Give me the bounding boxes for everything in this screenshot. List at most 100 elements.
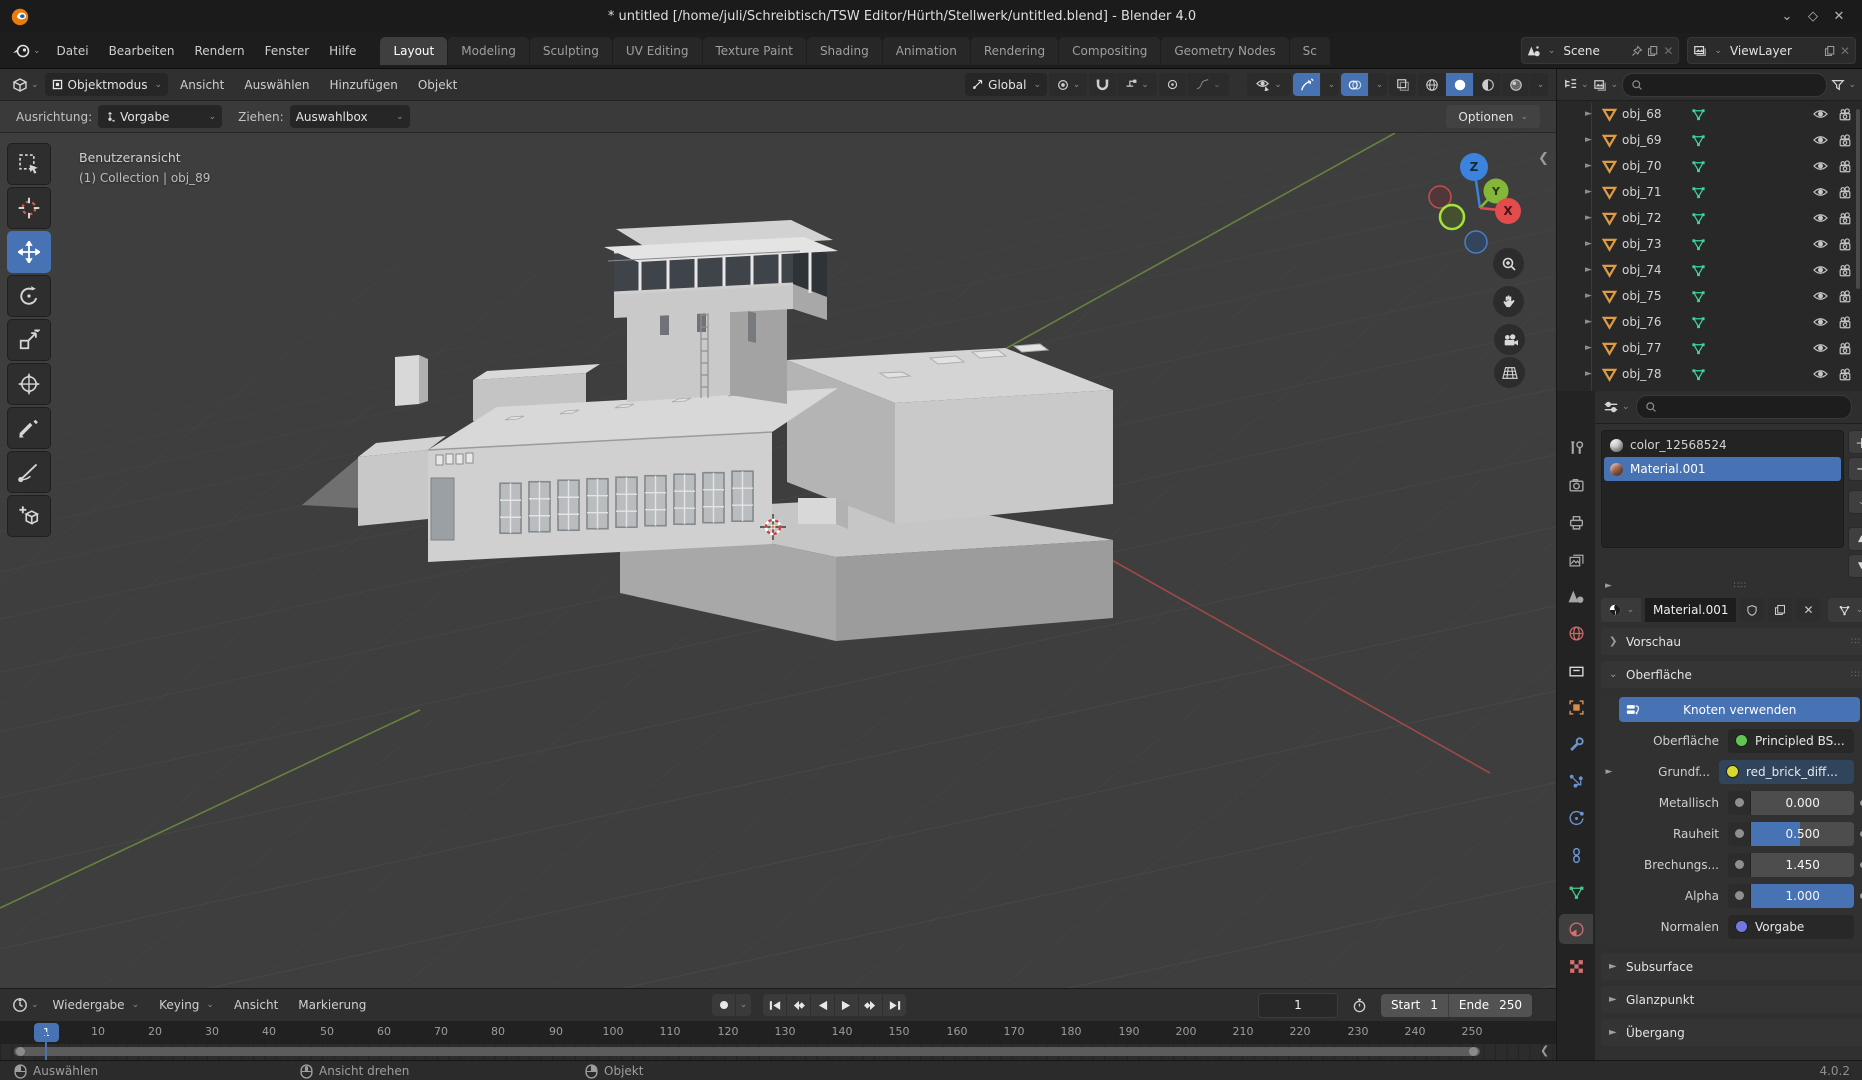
base-color-field[interactable]: red_brick_diff... [1719,760,1854,784]
expand-icon[interactable]: ► [1585,369,1597,379]
remove-slot-button[interactable]: − [1848,457,1862,481]
value-slider[interactable]: 0.000 [1751,791,1854,815]
viewport-canvas[interactable]: Benutzeransicht (1) Collection | obj_89 [0,133,1556,988]
properties-editor-icon[interactable]: ⌄ [1603,400,1630,414]
properties-tab[interactable] [1559,877,1593,907]
move-slot-up-button[interactable]: ▲ [1848,527,1862,551]
hide-eye-icon[interactable] [1813,342,1828,355]
menu-item[interactable]: Hilfe [319,33,366,69]
object-name[interactable]: obj_70 [1622,159,1686,173]
viewlayer-name[interactable]: ViewLayer [1726,44,1820,58]
end-frame-field[interactable]: Ende 250 [1448,994,1532,1017]
properties-tab[interactable] [1559,655,1593,685]
unlink-material-icon[interactable]: ✕ [1796,598,1820,622]
expand-icon[interactable]: ► [1585,213,1597,223]
animate-dot[interactable] [1854,862,1862,868]
jump-to-start-button[interactable] [763,994,786,1016]
current-frame-field[interactable]: 1 [1258,993,1338,1018]
expand-icon[interactable]: ► [1585,135,1597,145]
input-socket-icon[interactable] [1728,791,1751,815]
expand-icon[interactable]: ► [1585,239,1597,249]
shading-wireframe-button[interactable] [1418,73,1445,96]
workspace-tab[interactable]: Layout [380,37,447,65]
outliner-row[interactable]: ► obj_68 [1557,101,1862,127]
editor-type-icon[interactable]: ⌄ [8,77,43,93]
properties-tab[interactable] [1559,470,1593,500]
next-keyframe-button[interactable] [859,994,882,1016]
disable-render-icon[interactable] [1838,186,1852,199]
outliner-row[interactable]: ► obj_76 [1557,309,1862,335]
slot-specials-button[interactable]: ⌄ [1848,490,1862,514]
menu-item[interactable]: Rendern [185,33,255,69]
tool-button[interactable] [7,275,51,317]
resize-grip[interactable]: ∷∷ [1733,581,1746,591]
object-name[interactable]: obj_75 [1622,289,1686,303]
material-slot-name[interactable]: Material.001 [1630,462,1705,476]
proportional-edit-icon[interactable] [1159,73,1186,96]
hide-eye-icon[interactable] [1813,212,1828,225]
expand-icon[interactable]: ► [1585,291,1597,301]
timeline-editor-icon[interactable]: ⌄ [8,997,43,1013]
collapsed-panel-header[interactable]: ► Übergang [1601,1019,1862,1046]
object-name[interactable]: obj_71 [1622,185,1686,199]
outliner-row[interactable]: ► obj_70 [1557,153,1862,179]
properties-search-input[interactable] [1636,395,1853,419]
disable-render-icon[interactable] [1838,160,1852,173]
outliner-row[interactable]: ► obj_74 [1557,257,1862,283]
scrollbar-left-knob[interactable] [16,1047,25,1056]
menu-item[interactable]: Datei [47,33,99,69]
object-name[interactable]: obj_72 [1622,211,1686,225]
slot-expand-icon[interactable]: ► [1605,581,1612,591]
menu-item[interactable]: Bearbeiten [99,33,185,69]
properties-tab[interactable] [1559,729,1593,759]
blender-menu-icon[interactable]: ⌄ [6,44,47,58]
add-slot-button[interactable]: ＋ [1848,430,1862,454]
material-name-field[interactable]: Material.001 [1645,598,1736,622]
zoom-view-button[interactable] [1493,248,1524,279]
shading-dropdown[interactable]: ⌄ [1530,73,1548,96]
properties-tab[interactable] [1559,433,1593,463]
browse-material-button[interactable]: ⌄ [1601,598,1641,622]
copy-material-icon[interactable] [1768,598,1792,622]
gizmos-toggle[interactable] [1293,73,1320,96]
value-slider[interactable]: 1.450 [1751,853,1854,877]
menu-item[interactable]: Fenster [255,33,320,69]
tool-button[interactable] [7,407,51,449]
outliner-editor-icon[interactable]: ⌄ [1563,77,1589,92]
animate-dot[interactable] [1854,893,1862,899]
play-reverse-button[interactable] [811,994,834,1016]
mode-selector[interactable]: Objektmodus ⌄ [45,73,169,96]
object-name[interactable]: obj_76 [1622,315,1686,329]
surface-shader-field[interactable]: Principled BS... [1728,729,1854,753]
playhead-line[interactable] [45,1032,47,1060]
timeline-menu-item[interactable]: Keying⌄ [149,989,224,1022]
outliner-row[interactable]: ► obj_73 [1557,231,1862,257]
input-socket-icon[interactable] [1728,853,1751,877]
disable-render-icon[interactable] [1838,134,1852,147]
properties-tab[interactable] [1559,951,1593,981]
viewlayer-selector[interactable]: ⌄ ViewLayer ✕ [1687,37,1856,64]
pivot-point-button[interactable]: ⌄ [1049,73,1087,96]
viewport-menu-item[interactable]: Hinzufügen [320,69,408,101]
move-slot-down-button[interactable]: ▼ [1848,554,1862,578]
collapsed-panel-header[interactable]: ► Subsurface [1601,953,1862,980]
workspace-tab[interactable]: UV Editing [613,37,702,65]
timeline-track-area[interactable]: ❮ [0,1044,1556,1060]
expand-icon[interactable]: ► [1585,343,1597,353]
workspace-tab[interactable]: Texture Paint [703,37,806,65]
overlays-toggle[interactable] [1341,73,1368,96]
snap-magnet-icon[interactable] [1089,73,1116,96]
snap-target-button[interactable]: ⌄ [1117,73,1157,96]
fake-user-shield-icon[interactable] [1740,598,1764,622]
disable-render-icon[interactable] [1838,316,1852,329]
tool-button[interactable] [7,319,51,361]
tool-button[interactable] [7,143,51,185]
new-copy-icon[interactable] [1824,45,1836,57]
hide-eye-icon[interactable] [1813,238,1828,251]
outliner-search-input[interactable] [1622,73,1827,97]
optionen-dropdown[interactable]: Optionen ⌄ [1446,105,1540,128]
expand-icon[interactable]: ► [1585,317,1597,327]
normals-field[interactable]: Vorgabe [1728,915,1854,939]
object-name[interactable]: obj_78 [1622,367,1686,381]
gizmos-dropdown[interactable]: ⌄ [1321,73,1339,96]
